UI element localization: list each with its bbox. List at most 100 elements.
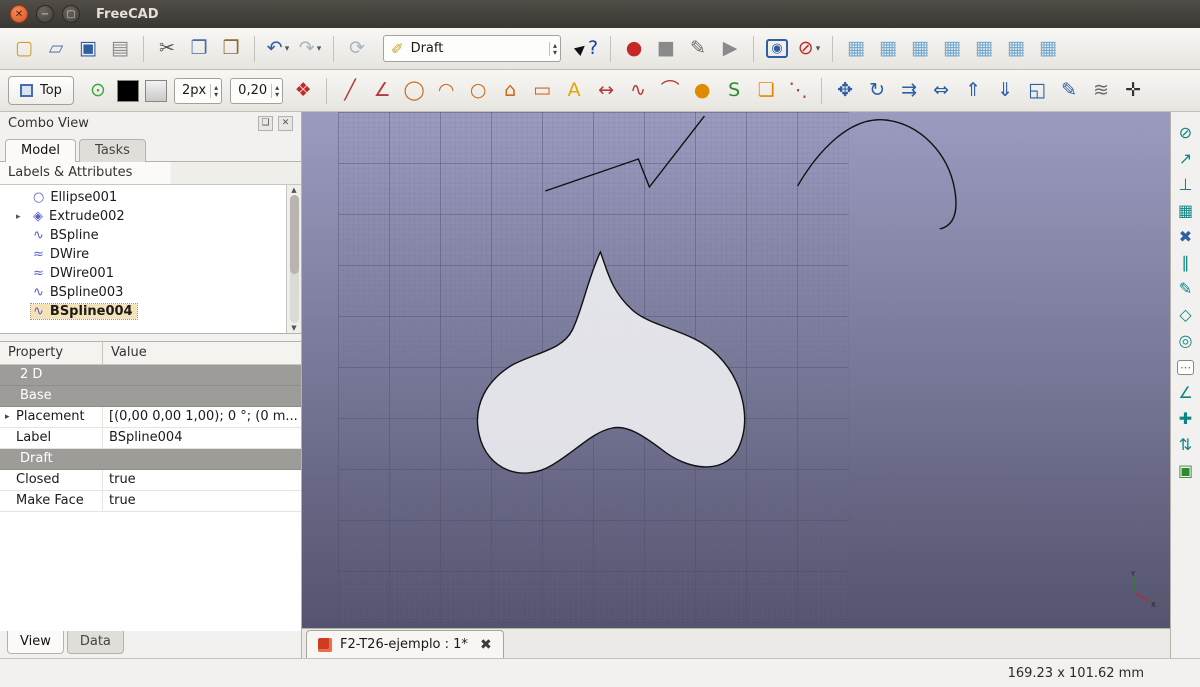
cut-icon[interactable]: ✂ bbox=[153, 35, 181, 63]
snap-extension-icon[interactable]: ↗ bbox=[1174, 147, 1198, 171]
property-expand-icon[interactable]: ▸ bbox=[5, 407, 16, 427]
workbench-stepper[interactable]: ▴▾ bbox=[549, 42, 557, 56]
view-isometric-icon[interactable]: ▦ bbox=[842, 35, 870, 63]
property-column-header[interactable]: Property bbox=[0, 342, 103, 364]
working-plane-button[interactable]: Top bbox=[8, 76, 74, 105]
property-group-base[interactable]: Base bbox=[0, 386, 301, 407]
draft-downgrade-icon[interactable]: ⇓ bbox=[991, 77, 1019, 105]
property-row-placement[interactable]: ▸Placement[(0,00 0,00 1,00); 0 °; (0 m..… bbox=[0, 407, 301, 428]
draft-add-point-icon[interactable]: ✛ bbox=[1119, 77, 1147, 105]
document-close-icon[interactable]: ✖ bbox=[480, 637, 492, 653]
construction-mode-icon[interactable]: ⊙ bbox=[84, 77, 112, 105]
property-row-closed[interactable]: Closedtrue bbox=[0, 470, 301, 491]
property-row-label[interactable]: LabelBSpline004 bbox=[0, 428, 301, 449]
snap-special-icon[interactable]: ⇅ bbox=[1174, 433, 1198, 457]
draft-bezier-icon[interactable]: ⌒ bbox=[656, 77, 684, 105]
refresh-icon[interactable]: ⟳ bbox=[343, 35, 371, 63]
face-color-swatch[interactable] bbox=[145, 80, 167, 102]
macro-stop-icon[interactable]: ■ bbox=[652, 35, 680, 63]
3d-viewport[interactable]: Y X bbox=[302, 112, 1170, 628]
draft-shapestring-icon[interactable]: S bbox=[720, 77, 748, 105]
tree-item-content[interactable]: ∿BSpline003 bbox=[31, 285, 127, 300]
view-bottom-icon[interactable]: ▦ bbox=[1002, 35, 1030, 63]
draft-scale-icon[interactable]: ◱ bbox=[1023, 77, 1051, 105]
save-icon[interactable]: ▣ bbox=[74, 35, 102, 63]
property-group-draft[interactable]: Draft bbox=[0, 449, 301, 470]
draft-ellipse-icon[interactable]: ○ bbox=[464, 77, 492, 105]
copy-icon[interactable]: ❐ bbox=[185, 35, 213, 63]
close-window-button[interactable]: ✕ bbox=[10, 5, 28, 23]
tree-item-content[interactable]: ≈DWire001 bbox=[31, 266, 118, 281]
property-value-cell[interactable]: true bbox=[103, 491, 301, 511]
snap-midpoint-icon[interactable]: ✚ bbox=[1174, 407, 1198, 431]
snap-near-icon[interactable]: ✎ bbox=[1174, 277, 1198, 301]
paste-icon[interactable]: ❒ bbox=[217, 35, 245, 63]
stepper-down-icon[interactable]: ▾ bbox=[275, 91, 279, 98]
tab-data[interactable]: Data bbox=[67, 631, 124, 654]
autogroup-icon[interactable]: ❖ bbox=[289, 77, 317, 105]
snap-working-plane-icon[interactable]: ⊥ bbox=[1174, 173, 1198, 197]
scrollbar-thumb[interactable] bbox=[290, 195, 299, 274]
snap-center-icon[interactable]: ◎ bbox=[1174, 329, 1198, 353]
tab-model[interactable]: Model bbox=[5, 139, 76, 162]
maximize-window-button[interactable]: ▢ bbox=[62, 5, 80, 23]
draft-offset-icon[interactable]: ⇉ bbox=[895, 77, 923, 105]
tree-item-ellipse001[interactable]: ○Ellipse001 bbox=[0, 188, 286, 207]
tab-tasks[interactable]: Tasks bbox=[79, 139, 146, 162]
tree-expand-icon[interactable]: ▸ bbox=[16, 212, 31, 222]
property-value-cell[interactable]: BSpline004 bbox=[103, 428, 301, 448]
draft-fillet-icon[interactable]: ⋱ bbox=[784, 77, 812, 105]
draft-upgrade-icon[interactable]: ⇑ bbox=[959, 77, 987, 105]
stepper-down-icon[interactable]: ▾ bbox=[553, 49, 557, 56]
tree-item-bspline004[interactable]: ∿BSpline004 bbox=[0, 302, 286, 321]
minimize-window-button[interactable]: − bbox=[36, 5, 54, 23]
draft-dimension-icon[interactable]: ↔ bbox=[592, 77, 620, 105]
draw-style-icon[interactable]: ⊘▾ bbox=[795, 35, 823, 63]
tree-item-content[interactable]: ○Ellipse001 bbox=[31, 190, 121, 205]
property-value-cell[interactable]: [(0,00 0,00 1,00); 0 °; (0 m... bbox=[103, 407, 301, 427]
snap-lock-icon[interactable]: ⊘ bbox=[1174, 121, 1198, 145]
draft-circle-icon[interactable]: ◯ bbox=[400, 77, 428, 105]
tree-header[interactable]: Labels & Attributes bbox=[0, 162, 301, 185]
scale-spinbox[interactable]: 0,20 ▴▾ bbox=[230, 78, 283, 104]
view-top-icon[interactable]: ▦ bbox=[906, 35, 934, 63]
stepper-down-icon[interactable]: ▾ bbox=[214, 91, 218, 98]
value-column-header[interactable]: Value bbox=[103, 342, 147, 364]
macro-play-icon[interactable]: ▶ bbox=[716, 35, 744, 63]
snap-ortho-icon[interactable]: ◇ bbox=[1174, 303, 1198, 327]
macro-record-icon[interactable]: ● bbox=[620, 35, 648, 63]
snap-grid-icon[interactable]: ▦ bbox=[1174, 199, 1198, 223]
scrollbar-track[interactable] bbox=[290, 195, 299, 323]
draft-rectangle-icon[interactable]: ▭ bbox=[528, 77, 556, 105]
view-rear-icon[interactable]: ▦ bbox=[970, 35, 998, 63]
snap-intersection-icon[interactable]: ✖ bbox=[1174, 225, 1198, 249]
tree-item-bspline003[interactable]: ∿BSpline003 bbox=[0, 283, 286, 302]
draft-arc-icon[interactable]: ◠ bbox=[432, 77, 460, 105]
tree-item-dwire001[interactable]: ≈DWire001 bbox=[0, 264, 286, 283]
draft-text-icon[interactable]: A bbox=[560, 77, 588, 105]
scroll-up-icon[interactable]: ▲ bbox=[291, 186, 296, 194]
scroll-down-icon[interactable]: ▼ bbox=[291, 324, 296, 332]
tree-item-content[interactable]: ∿BSpline004 bbox=[31, 304, 137, 319]
new-file-icon[interactable]: ▢ bbox=[10, 35, 38, 63]
property-group-2-d[interactable]: 2 D bbox=[0, 365, 301, 386]
draft-polyline-icon[interactable]: ∠ bbox=[368, 77, 396, 105]
macro-edit-icon[interactable]: ✎ bbox=[684, 35, 712, 63]
zoom-fit-icon[interactable]: ◉ bbox=[763, 35, 791, 63]
line-width-stepper[interactable]: ▴▾ bbox=[210, 84, 218, 98]
draft-move-icon[interactable]: ✥ bbox=[831, 77, 859, 105]
open-file-icon[interactable]: ▱ bbox=[42, 35, 70, 63]
draft-facebinder-icon[interactable]: ❏ bbox=[752, 77, 780, 105]
view-front-icon[interactable]: ▦ bbox=[874, 35, 902, 63]
snap-parallel-icon[interactable]: ∥ bbox=[1174, 251, 1198, 275]
line-color-swatch[interactable] bbox=[117, 80, 139, 102]
whats-this-icon[interactable]: ? bbox=[573, 35, 601, 63]
snap-angle-icon[interactable]: ∠ bbox=[1174, 381, 1198, 405]
draft-rotate-icon[interactable]: ↻ bbox=[863, 77, 891, 105]
dropdown-caret-icon[interactable]: ▾ bbox=[317, 44, 322, 54]
dropdown-caret-icon[interactable]: ▾ bbox=[816, 44, 821, 54]
view-right-icon[interactable]: ▦ bbox=[938, 35, 966, 63]
scale-stepper[interactable]: ▴▾ bbox=[271, 84, 279, 98]
property-value-cell[interactable]: true bbox=[103, 470, 301, 490]
tree-item-content[interactable]: ∿BSpline bbox=[31, 228, 103, 243]
